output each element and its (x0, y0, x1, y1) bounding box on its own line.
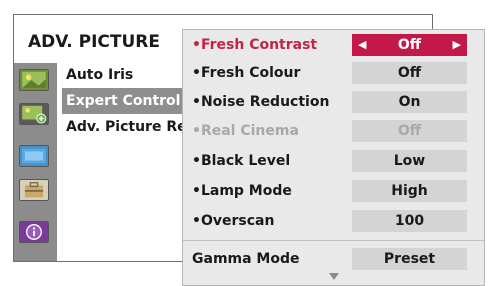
expert-control-panel: •Fresh Contrast ◀ Off ▶ •Fresh Colour Of… (182, 29, 485, 286)
setting-label: •Overscan (192, 213, 275, 229)
setting-row-real-cinema: •Real Cinema Off (183, 118, 484, 144)
setting-value[interactable]: Off (352, 62, 467, 84)
setting-row-fresh-colour[interactable]: •Fresh Colour Off (183, 60, 484, 86)
setting-value[interactable]: On (352, 91, 467, 113)
setting-value[interactable]: Low (352, 150, 467, 172)
setting-row-black-level[interactable]: •Black Level Low (183, 148, 484, 174)
left-arrow-icon[interactable]: ◀ (358, 34, 366, 56)
setting-label: •Real Cinema (192, 123, 299, 139)
setting-label: •Fresh Contrast (192, 37, 318, 53)
scroll-down-icon[interactable] (329, 273, 339, 280)
setting-value[interactable]: High (352, 180, 467, 202)
setting-row-lamp-mode[interactable]: •Lamp Mode High (183, 178, 484, 204)
setting-row-gamma-mode[interactable]: Gamma Mode Preset (183, 246, 484, 272)
setting-label: •Black Level (192, 153, 291, 169)
setting-row-overscan[interactable]: •Overscan 100 (183, 208, 484, 234)
setting-row-fresh-contrast[interactable]: •Fresh Contrast ◀ Off ▶ (183, 32, 484, 58)
setting-label: •Fresh Colour (192, 65, 301, 81)
setting-label: •Noise Reduction (192, 94, 330, 110)
setting-row-noise-reduction[interactable]: •Noise Reduction On (183, 89, 484, 115)
setting-value-selector[interactable]: ◀ Off ▶ (352, 34, 467, 56)
divider (183, 240, 484, 241)
setting-value: Off (352, 120, 467, 142)
setting-value: Off (397, 37, 422, 53)
setting-label: Gamma Mode (192, 251, 300, 267)
menu-item-auto-iris[interactable]: Auto Iris (66, 62, 133, 88)
menu-item-expert-control[interactable]: Expert Control (62, 88, 184, 114)
right-arrow-icon[interactable]: ▶ (453, 34, 461, 56)
setting-value[interactable]: Preset (352, 248, 467, 270)
submenu-list: Auto Iris Expert Control Adv. Picture Re… (14, 15, 184, 263)
setting-label: •Lamp Mode (192, 183, 292, 199)
setting-value[interactable]: 100 (352, 210, 467, 232)
menu-item-adv-picture-res[interactable]: Adv. Picture Res (66, 114, 184, 140)
